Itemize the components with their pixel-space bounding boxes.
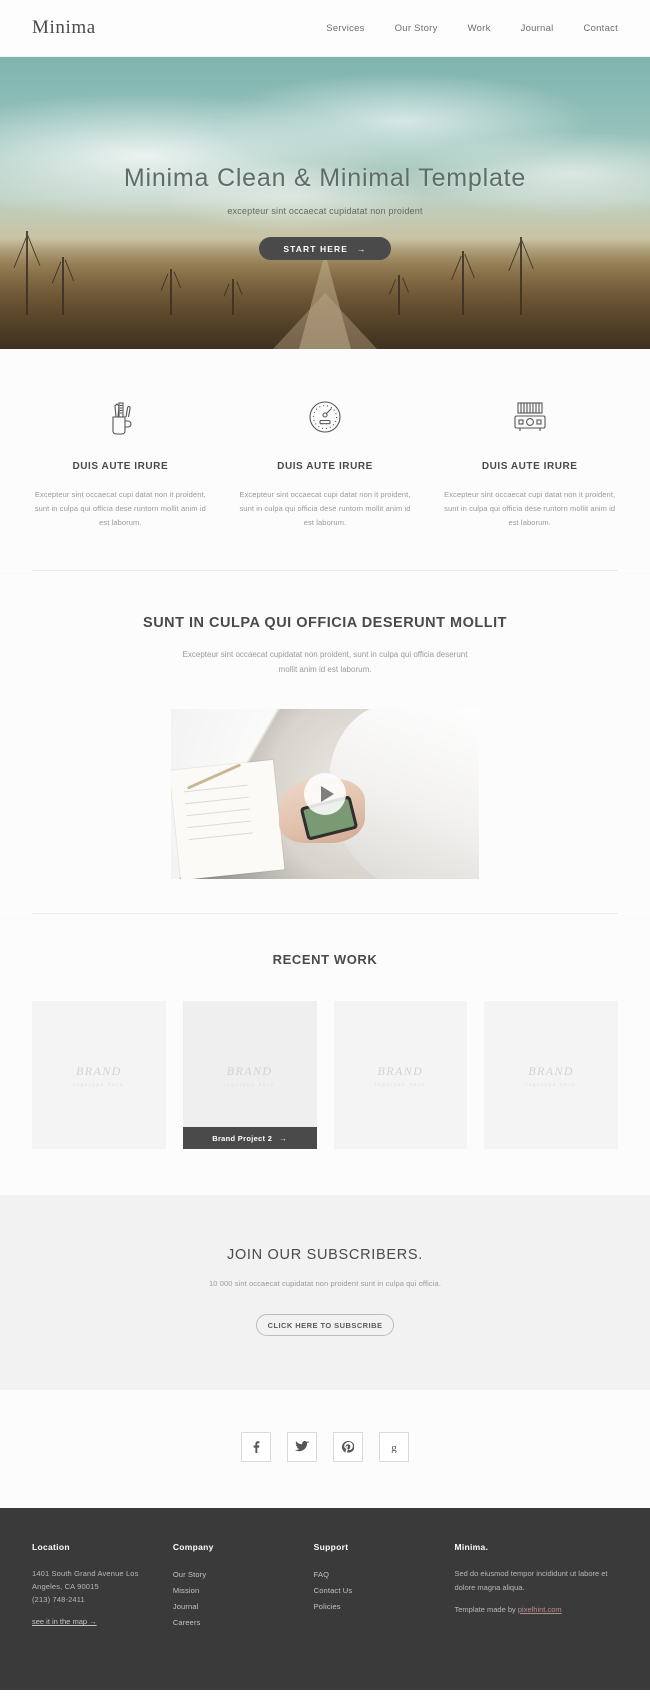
site-footer: Location 1401 South Grand Avenue Los Ang… xyxy=(0,1508,650,1690)
hero-subtitle: excepteur sint occaecat cupidatat non pr… xyxy=(227,206,423,216)
pinterest-icon[interactable] xyxy=(333,1432,363,1462)
main-navigation: Services Our Story Work Journal Contact xyxy=(326,23,618,34)
video-section: SUNT IN CULPA QUI OFFICIA DESERUNT MOLLI… xyxy=(0,570,650,913)
hero-title: Minima Clean & Minimal Template xyxy=(123,164,527,192)
play-icon[interactable] xyxy=(304,773,346,815)
camera-icon xyxy=(441,395,618,439)
video-thumbnail[interactable] xyxy=(171,709,479,879)
footer-credit-prefix: Template made by xyxy=(454,1605,518,1614)
feature-card-1: DUIS AUTE IRURE Excepteur sint occaecat … xyxy=(18,395,223,530)
footer-link-contact-us[interactable]: Contact Us xyxy=(314,1583,445,1599)
feature-text: Excepteur sint occaecat cupi datat non i… xyxy=(34,490,206,527)
subscribe-section: JOIN OUR SUBSCRIBERS. 10 000 sint occaec… xyxy=(0,1195,650,1390)
footer-column-title: Location xyxy=(32,1542,70,1552)
video-section-subtitle: Excepteur sint occaecat cupidatat non pr… xyxy=(182,649,468,674)
nav-item-contact[interactable]: Contact xyxy=(584,23,619,34)
brand-label: BRAND xyxy=(377,1063,424,1078)
social-links: g xyxy=(0,1390,650,1508)
footer-column-location: Location 1401 South Grand Avenue Los Ang… xyxy=(32,1542,163,1660)
subscribe-title: JOIN OUR SUBSCRIBERS. xyxy=(227,1247,423,1263)
start-here-label: START HERE xyxy=(283,243,349,254)
work-item-1[interactable]: BRAND logotype here xyxy=(32,1001,166,1149)
brand-tagline: logotype here xyxy=(525,1081,577,1087)
site-logo[interactable]: Minima xyxy=(32,17,96,39)
pen-cup-icon xyxy=(32,395,209,439)
footer-column-company: Company Our Story Mission Journal Career… xyxy=(173,1542,304,1660)
footer-credit: Template made by pixelhint.com xyxy=(454,1605,618,1614)
hero-content: Minima Clean & Minimal Template excepteu… xyxy=(0,57,650,349)
svg-text:g: g xyxy=(391,1442,397,1453)
footer-column-title: Minima. xyxy=(454,1542,489,1552)
work-item-3[interactable]: BRAND logotype here xyxy=(333,1001,468,1149)
video-section-title: SUNT IN CULPA QUI OFFICIA DESERUNT MOLLI… xyxy=(143,614,507,631)
work-item-overlay-label: Brand Project 2 xyxy=(212,1133,273,1143)
nav-item-journal[interactable]: Journal xyxy=(521,23,554,34)
footer-link-journal[interactable]: Journal xyxy=(173,1599,304,1615)
subscribe-text: 10 000 sint occaecat cupidatat non proid… xyxy=(208,1279,441,1288)
footer-column-title: Support xyxy=(313,1542,349,1552)
work-item-4[interactable]: BRAND logotype here xyxy=(484,1001,618,1149)
map-link[interactable]: see it in the map → xyxy=(32,1617,97,1626)
brand-tagline: logotype here xyxy=(73,1081,125,1087)
nav-item-work[interactable]: Work xyxy=(468,23,491,34)
start-here-button[interactable]: START HERE → xyxy=(259,237,391,260)
footer-address: 1401 South Grand Avenue Los Angeles, CA … xyxy=(32,1569,139,1592)
work-item-overlay-bar[interactable]: Brand Project 2 → xyxy=(182,1127,317,1149)
twitter-icon[interactable] xyxy=(287,1432,317,1462)
footer-column-title: Company xyxy=(172,1542,214,1552)
feature-title: DUIS AUTE IRURE xyxy=(481,461,578,472)
feature-text: Excepteur sint occaecat cupi datat non i… xyxy=(239,490,411,527)
work-item-2[interactable]: BRAND logotype here Brand Project 2 → xyxy=(182,1001,317,1149)
brand-label: BRAND xyxy=(76,1063,122,1078)
recent-work-title: RECENT WORK xyxy=(272,952,378,967)
notebook-decoration xyxy=(171,759,285,879)
feature-text: Excepteur sint occaecat cupi datat non i… xyxy=(444,490,616,527)
footer-link-careers[interactable]: Careers xyxy=(173,1615,304,1631)
brand-label: BRAND xyxy=(528,1063,574,1078)
feature-card-2: DUIS AUTE IRURE Excepteur sint occaecat … xyxy=(223,395,428,530)
feature-title: DUIS AUTE IRURE xyxy=(277,461,373,472)
recent-work-section: RECENT WORK BRAND logotype here BRAND lo… xyxy=(0,914,650,1195)
nav-item-our-story[interactable]: Our Story xyxy=(395,23,438,34)
footer-column-brand: Minima. Sed do eiusmod tempor incididunt… xyxy=(454,1542,618,1660)
footer-link-our-story[interactable]: Our Story xyxy=(173,1567,304,1583)
arrow-right-icon: → xyxy=(279,1133,287,1143)
arrow-right-icon: → xyxy=(357,243,367,254)
feature-card-3: DUIS AUTE IRURE Excepteur sint occaecat … xyxy=(427,395,632,530)
facebook-icon[interactable] xyxy=(241,1432,271,1462)
gauge-icon xyxy=(237,395,414,439)
features-section: DUIS AUTE IRURE Excepteur sint occaecat … xyxy=(0,349,650,570)
work-grid: BRAND logotype here BRAND logotype here … xyxy=(0,1001,650,1149)
hero-section: Minima Clean & Minimal Template excepteu… xyxy=(0,57,650,349)
footer-link-faq[interactable]: FAQ xyxy=(314,1567,445,1583)
google-plus-icon[interactable]: g xyxy=(379,1432,409,1462)
subscribe-button[interactable]: CLICK HERE TO SUBSCRIBE xyxy=(256,1314,394,1336)
feature-title: DUIS AUTE IRURE xyxy=(72,461,169,472)
footer-link-policies[interactable]: Policies xyxy=(314,1599,445,1615)
pixelhint-link[interactable]: pixelhint.com xyxy=(518,1605,562,1614)
footer-column-support: Support FAQ Contact Us Policies xyxy=(314,1542,445,1660)
footer-brand-text: Sed do eiusmod tempor incididunt ut labo… xyxy=(454,1569,608,1592)
brand-tagline: logotype here xyxy=(375,1081,426,1087)
nav-item-services[interactable]: Services xyxy=(326,23,364,34)
brand-label: BRAND xyxy=(226,1063,273,1078)
brand-tagline: logotype here xyxy=(224,1081,275,1087)
footer-link-mission[interactable]: Mission xyxy=(173,1583,304,1599)
site-header: Minima Services Our Story Work Journal C… xyxy=(0,0,650,57)
footer-phone: (213) 748-2411 xyxy=(32,1595,85,1605)
